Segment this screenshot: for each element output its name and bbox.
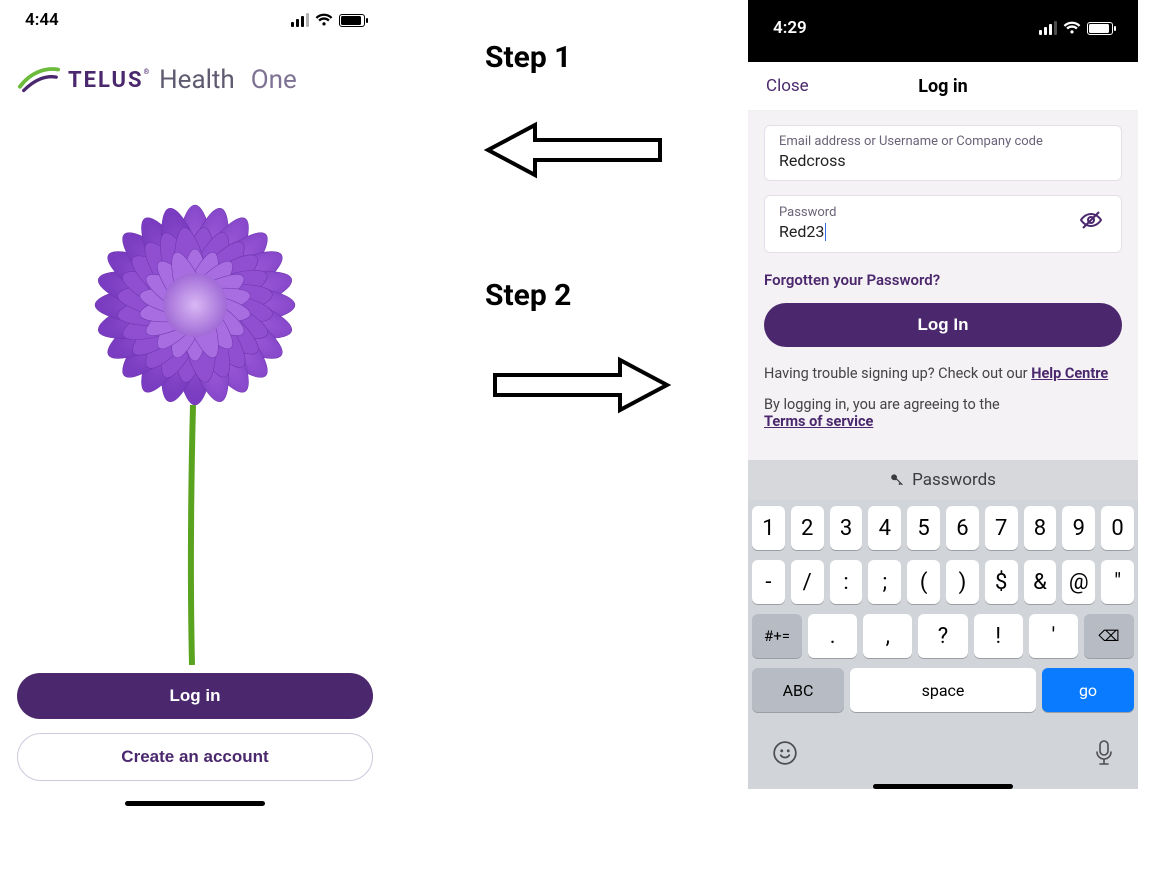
arrow-right-icon — [490, 350, 675, 420]
identifier-field[interactable]: Email address or Username or Company cod… — [764, 125, 1122, 181]
key-semicolon[interactable]: ; — [868, 560, 901, 604]
phone-right: 4:29 Close Log in Email address or Usern… — [748, 0, 1138, 860]
key-colon[interactable]: : — [830, 560, 863, 604]
key-exclaim[interactable]: ! — [974, 614, 1023, 658]
status-icons — [1039, 21, 1113, 35]
battery-icon — [339, 14, 365, 27]
modal-title: Log in — [918, 76, 968, 97]
key-2[interactable]: 2 — [791, 506, 824, 550]
status-bar: 4:44 — [0, 0, 390, 35]
keyboard-row-2: - / : ; ( ) $ & @ " — [752, 560, 1134, 604]
brand-header: TELUS® Health One — [0, 35, 390, 105]
key-5[interactable]: 5 — [907, 506, 940, 550]
home-indicator[interactable] — [125, 801, 265, 806]
key-period[interactable]: . — [808, 614, 857, 658]
create-account-button[interactable]: Create an account — [17, 733, 373, 781]
key-space[interactable]: space — [850, 668, 1036, 712]
toggle-password-visibility-icon[interactable] — [1075, 204, 1107, 242]
key-paren-open[interactable]: ( — [907, 560, 940, 604]
keyboard: Passwords 1 2 3 4 5 6 7 8 9 0 - / : ; ( … — [748, 460, 1138, 789]
key-abc[interactable]: ABC — [752, 668, 844, 712]
status-icons — [291, 13, 365, 27]
tos-text: By logging in, you are agreeing to the T… — [764, 396, 1122, 430]
key-at[interactable]: @ — [1062, 560, 1095, 604]
close-button[interactable]: Close — [766, 76, 809, 96]
telus-logo-icon — [18, 65, 60, 95]
key-6[interactable]: 6 — [946, 506, 979, 550]
key-amp[interactable]: & — [1024, 560, 1057, 604]
key-symbols-switch[interactable]: #+= — [752, 614, 802, 658]
key-3[interactable]: 3 — [830, 506, 863, 550]
key-1[interactable]: 1 — [752, 506, 785, 550]
login-button[interactable]: Log in — [17, 673, 373, 719]
key-4[interactable]: 4 — [868, 506, 901, 550]
identifier-value[interactable]: Redcross — [779, 151, 1107, 170]
brand-registered-mark: ® — [144, 68, 152, 76]
key-9[interactable]: 9 — [1062, 506, 1095, 550]
keyboard-row-1: 1 2 3 4 5 6 7 8 9 0 — [752, 506, 1134, 550]
terms-of-service-link[interactable]: Terms of service — [764, 413, 873, 430]
login-form: Email address or Username or Company cod… — [748, 111, 1138, 460]
key-apostrophe[interactable]: ' — [1029, 614, 1078, 658]
submit-login-button[interactable]: Log In — [764, 303, 1122, 347]
key-slash[interactable]: / — [791, 560, 824, 604]
forgot-password-link[interactable]: Forgotten your Password? — [764, 271, 940, 289]
key-8[interactable]: 8 — [1024, 506, 1057, 550]
keyboard-row-4: ABC space go — [752, 668, 1134, 712]
status-bar: 4:29 — [748, 0, 1138, 56]
brand-health: Health — [159, 65, 235, 95]
decorative-flower — [0, 105, 390, 665]
password-label: Password — [779, 205, 1075, 220]
help-centre-link[interactable]: Help Centre — [1031, 365, 1108, 382]
wifi-icon — [315, 13, 333, 27]
brand-one: One — [251, 65, 297, 95]
identifier-label: Email address or Username or Company cod… — [779, 134, 1107, 149]
key-icon — [890, 471, 904, 490]
brand-telus: TELUS® — [68, 68, 151, 93]
cellular-signal-icon — [1039, 21, 1057, 35]
key-dash[interactable]: - — [752, 560, 785, 604]
home-indicator[interactable] — [873, 784, 1013, 789]
keyboard-row-3: #+= . , ? ! ' ⌫ — [752, 614, 1134, 658]
key-question[interactable]: ? — [918, 614, 967, 658]
keyboard-passwords-suggestion[interactable]: Passwords — [748, 460, 1138, 500]
step-2-label: Step 2 — [485, 278, 571, 313]
emoji-icon[interactable] — [772, 740, 798, 772]
wifi-icon — [1063, 21, 1081, 35]
phone-left: 4:44 TELUS® Health One — [0, 0, 390, 860]
status-time: 4:44 — [25, 10, 59, 30]
key-backspace[interactable]: ⌫ — [1084, 614, 1134, 658]
key-paren-close[interactable]: ) — [946, 560, 979, 604]
key-7[interactable]: 7 — [985, 506, 1018, 550]
help-text: Having trouble signing up? Check out our… — [764, 365, 1122, 382]
step-1-label: Step 1 — [485, 40, 571, 75]
modal-header: Close Log in — [748, 62, 1138, 111]
dictation-mic-icon[interactable] — [1094, 740, 1114, 772]
cellular-signal-icon — [291, 13, 309, 27]
password-value[interactable]: Red23 — [779, 222, 1075, 242]
status-time: 4:29 — [773, 18, 807, 38]
key-0[interactable]: 0 — [1101, 506, 1134, 550]
key-comma[interactable]: , — [863, 614, 912, 658]
key-dollar[interactable]: $ — [985, 560, 1018, 604]
key-quote[interactable]: " — [1101, 560, 1134, 604]
arrow-left-icon — [480, 115, 665, 185]
keyboard-footer — [748, 730, 1138, 778]
password-field[interactable]: Password Red23 — [764, 195, 1122, 253]
key-go[interactable]: go — [1042, 668, 1134, 712]
battery-icon — [1087, 22, 1113, 35]
